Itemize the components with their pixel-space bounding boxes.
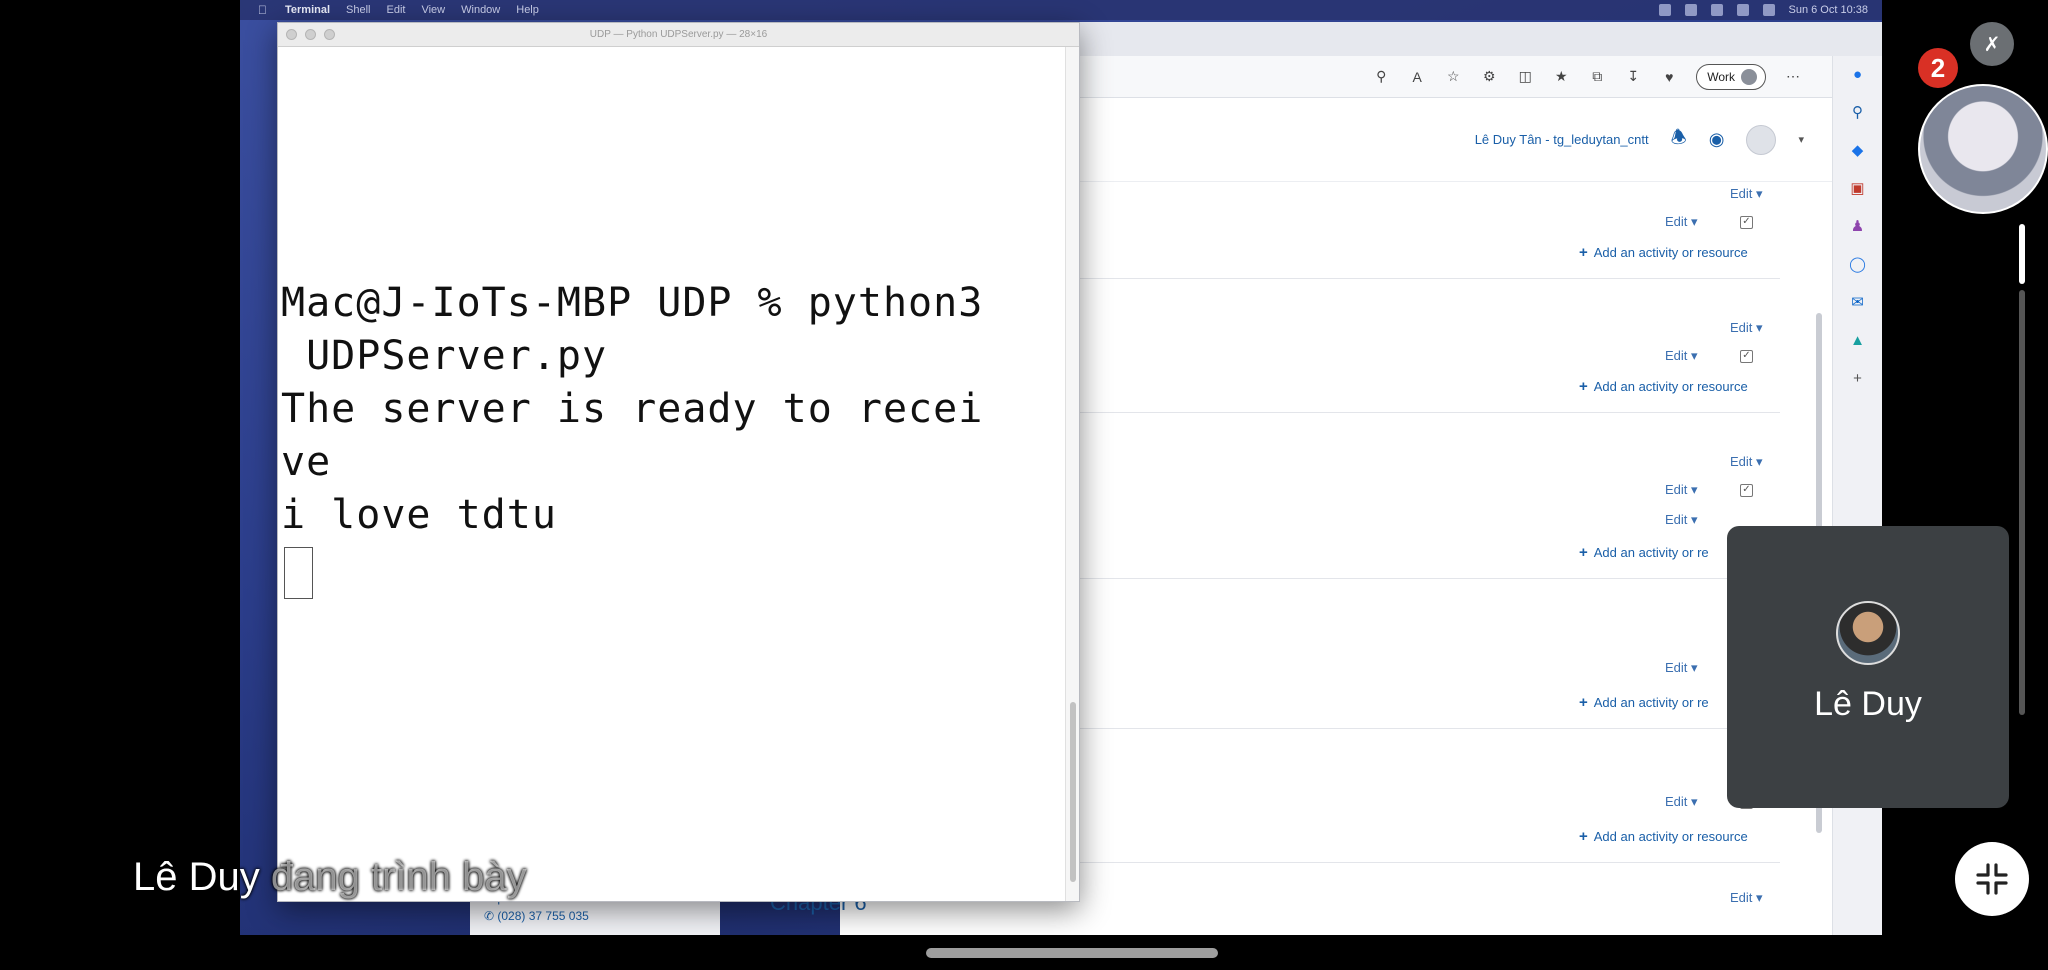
tray-icon[interactable]	[1684, 4, 1697, 16]
microsoft365-icon[interactable]: ◯	[1848, 254, 1868, 274]
terminal-line: ve	[281, 439, 332, 485]
tray-icon[interactable]	[1658, 4, 1671, 16]
terminal-window: UDP — Python UDPServer.py — 28×16 Mac@J-…	[277, 22, 1080, 902]
menubar-clock[interactable]: Sun 6 Oct 10:38	[1789, 4, 1869, 16]
collections-icon[interactable]: ⧉	[1588, 68, 1606, 86]
menu-terminal[interactable]: Terminal	[285, 4, 330, 16]
terminal-line: The server is ready to recei	[281, 386, 984, 432]
terminal-output[interactable]: Mac@J-IoTs-MBP UDP % python3 UDPServer.p…	[281, 47, 1065, 901]
work-profile-button[interactable]: Work	[1696, 63, 1766, 90]
terminal-line: UDPServer.py	[281, 333, 608, 379]
caption-name: Lê Duy	[133, 855, 260, 899]
collapse-icon	[1976, 863, 2008, 895]
add-activity-button[interactable]: + Add an activity or resource	[1579, 828, 1748, 845]
terminal-line: Mac@J-IoTs-MBP UDP % python3	[281, 280, 984, 326]
add-activity-button[interactable]: + Add an activity or re	[1579, 544, 1709, 561]
presenter-tile[interactable]: Lê Duy	[1727, 526, 2009, 808]
mac-menubar:  Terminal Shell Edit View Window Help S…	[240, 0, 1882, 20]
add-icon[interactable]: +	[1848, 368, 1868, 388]
section-divider	[1080, 862, 1780, 863]
work-profile-label: Work	[1707, 69, 1735, 84]
section-divider	[1080, 728, 1780, 729]
chevron-down-icon[interactable]: ▾	[1798, 133, 1804, 146]
edit-menu[interactable]: Edit ▾	[1665, 660, 1698, 676]
add-activity-button[interactable]: + Add an activity or re	[1579, 694, 1709, 711]
completion-checkbox[interactable]: ✓	[1740, 484, 1753, 497]
menu-window[interactable]: Window	[461, 4, 500, 16]
drop-icon[interactable]: ▲	[1848, 330, 1868, 350]
copilot-icon[interactable]: ●	[1848, 64, 1868, 84]
participant-avatar[interactable]	[1918, 84, 2048, 214]
menu-help[interactable]: Help	[516, 4, 539, 16]
games-icon[interactable]: ♟	[1848, 216, 1868, 236]
favorites-icon[interactable]: ★	[1552, 68, 1570, 86]
notification-bell-icon[interactable]: 🕭	[1671, 125, 1687, 155]
section-divider	[1080, 412, 1780, 413]
shopping-tag-icon[interactable]: ◆	[1848, 140, 1868, 160]
side-scroll-indicator	[2019, 224, 2025, 284]
wifi-icon[interactable]	[1736, 4, 1749, 16]
zoom-icon[interactable]: ⚲	[1372, 68, 1390, 86]
completion-checkbox[interactable]: ✓	[1740, 350, 1753, 363]
terminal-scrollbar[interactable]	[1065, 47, 1079, 901]
tools-icon[interactable]: ▣	[1848, 178, 1868, 198]
edit-menu[interactable]: Edit ▾	[1665, 348, 1698, 364]
presenting-caption: Lê Duy đang trình bày	[133, 855, 527, 900]
user-avatar[interactable]	[1746, 124, 1777, 155]
edit-menu[interactable]: Edit ▾	[1730, 186, 1763, 202]
menu-edit[interactable]: Edit	[387, 4, 406, 16]
edit-menu[interactable]: Edit ▾	[1665, 512, 1698, 528]
edit-menu[interactable]: Edit ▾	[1665, 794, 1698, 810]
apple-icon[interactable]: 	[258, 3, 267, 17]
presenter-avatar	[1836, 601, 1900, 665]
extensions-icon[interactable]: ⚙	[1480, 68, 1498, 86]
tray-icon[interactable]	[1710, 4, 1723, 16]
more-options-icon[interactable]: ⋯	[1784, 68, 1802, 86]
footer-phone[interactable]: ✆ (028) 37 755 035	[484, 909, 720, 923]
menu-view[interactable]: View	[421, 4, 445, 16]
outlook-icon[interactable]: ✉	[1848, 292, 1868, 312]
terminal-line: i love tdtu	[281, 492, 557, 538]
completion-checkbox[interactable]: ✓	[1740, 216, 1753, 229]
split-screen-icon[interactable]: ◫	[1516, 68, 1534, 86]
scroll-thumb[interactable]	[1070, 702, 1076, 882]
section-divider	[1080, 578, 1780, 579]
participant-count-badge: 2	[1918, 48, 1958, 88]
caption-status: đang trình bày	[270, 855, 527, 899]
browser-essentials-icon[interactable]: ♥	[1660, 68, 1678, 86]
user-name-link[interactable]: Lê Duy Tân - tg_leduytan_cntt	[1475, 132, 1649, 147]
menu-shell[interactable]: Shell	[346, 4, 370, 16]
edit-menu[interactable]: Edit ▾	[1665, 482, 1698, 498]
terminal-lines: Mac@J-IoTs-MBP UDP % python3 UDPServer.p…	[281, 277, 983, 542]
exit-fullscreen-button[interactable]	[1955, 842, 2029, 916]
home-indicator[interactable]	[926, 948, 1218, 958]
messages-icon[interactable]: ◉	[1709, 129, 1725, 150]
terminal-cursor	[284, 547, 313, 599]
edit-menu[interactable]: Edit ▾	[1665, 214, 1698, 230]
add-activity-button[interactable]: + Add an activity or resource	[1579, 378, 1748, 395]
search-icon[interactable]	[1762, 4, 1775, 16]
edit-menu[interactable]: Edit ▾	[1730, 890, 1763, 906]
terminal-title: UDP — Python UDPServer.py — 28×16	[589, 29, 768, 40]
profile-avatar	[1741, 68, 1757, 85]
side-scroll-track	[2019, 290, 2025, 715]
edit-menu[interactable]: Edit ▾	[1730, 454, 1763, 470]
add-activity-button[interactable]: + Add an activity or resource	[1579, 244, 1748, 261]
read-aloud-icon[interactable]: A	[1408, 68, 1426, 86]
mic-off-icon[interactable]: ✗	[1970, 22, 2014, 66]
download-icon[interactable]: ↧	[1624, 68, 1642, 86]
search-icon[interactable]: ⚲	[1848, 102, 1868, 122]
presenter-name: Lê Duy	[1814, 685, 1922, 723]
section-divider	[1080, 278, 1780, 279]
terminal-titlebar[interactable]: UDP — Python UDPServer.py — 28×16	[278, 23, 1079, 47]
edit-menu[interactable]: Edit ▾	[1730, 320, 1763, 336]
favorite-star-icon[interactable]: ☆	[1444, 68, 1462, 86]
